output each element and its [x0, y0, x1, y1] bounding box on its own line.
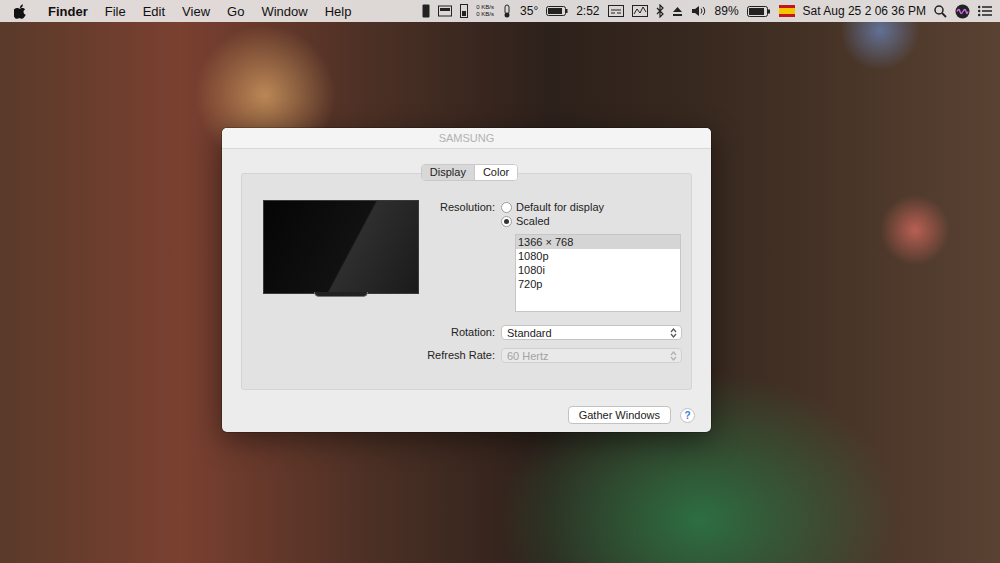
menu-item[interactable]: Edit: [143, 4, 165, 19]
display-preferences-window[interactable]: SAMSUNG DisplayColor Resolution: Default fo…: [222, 128, 711, 432]
menu-item[interactable]: File: [105, 4, 126, 19]
menu-bar: Finder File Edit View Go Window Help 0 KB/s0 KB…: [0, 0, 1000, 22]
network-speed[interactable]: 0 KB/s0 KB/s: [476, 4, 494, 18]
battery-icon[interactable]: [546, 6, 568, 16]
menu-item[interactable]: View: [182, 4, 210, 19]
siri-icon[interactable]: [955, 4, 970, 19]
temperature[interactable]: 35°: [520, 4, 538, 18]
resolution-list: 1366 × 7681080p1080i720p: [515, 234, 681, 312]
upload-speed: 0 KB/s: [476, 4, 494, 11]
display-settings-form: Resolution: Default for displayScaled 1366…: [419, 200, 682, 363]
search-icon[interactable]: [934, 5, 947, 18]
disk-icon[interactable]: [438, 5, 452, 17]
resolution-list-item[interactable]: 1080i: [516, 263, 680, 277]
eject-icon[interactable]: [672, 6, 683, 17]
tab-bar: DisplayColor: [421, 164, 518, 181]
resolution-radio[interactable]: Scaled: [501, 214, 682, 228]
dropdown-arrows-icon: [670, 328, 677, 338]
menu-meters-icon[interactable]: [608, 5, 624, 17]
resolution-list-item[interactable]: 720p: [516, 277, 680, 291]
drive-icon[interactable]: [422, 4, 430, 18]
rotation-label: Rotation:: [419, 325, 495, 340]
resolution-radio[interactable]: Default for display: [501, 200, 682, 214]
refresh-rate-label: Refresh Rate:: [419, 348, 495, 363]
resolution-list-item[interactable]: 1366 × 768: [516, 235, 680, 249]
desktop-wallpaper: SAMSUNG DisplayColor Resolution: Default fo…: [0, 22, 1000, 563]
title-bar[interactable]: SAMSUNG: [222, 128, 711, 149]
menu-item[interactable]: Help: [325, 4, 352, 19]
download-speed: 0 KB/s: [476, 11, 494, 18]
clock[interactable]: Sat Aug 25 2 06 36 PM: [803, 4, 926, 18]
refresh-rate-select: 60 Hertz: [501, 348, 682, 363]
tab[interactable]: Display: [422, 165, 474, 180]
help-button[interactable]: ?: [680, 408, 695, 423]
dropdown-arrows-icon: [670, 351, 677, 361]
menu-item[interactable]: Go: [227, 4, 244, 19]
battery-percent[interactable]: 89%: [715, 4, 739, 18]
window-title: SAMSUNG: [439, 132, 495, 144]
menu-item[interactable]: Window: [261, 4, 307, 19]
notification-list-icon[interactable]: [978, 5, 992, 17]
tab[interactable]: Color: [474, 165, 517, 180]
menu-app-name[interactable]: Finder: [48, 4, 88, 19]
flag-icon[interactable]: [779, 5, 795, 17]
bluetooth-icon[interactable]: [656, 4, 664, 18]
desktop-screen: Finder File Edit View Go Window Help 0 KB/s0 KB…: [0, 0, 1000, 563]
thermometer-icon[interactable]: [502, 4, 512, 18]
battery-time[interactable]: 2:52: [576, 4, 599, 18]
display-panel: Resolution: Default for displayScaled 1366…: [241, 173, 692, 390]
resolution-list-item[interactable]: 1080p: [516, 249, 680, 263]
apple-icon[interactable]: [14, 4, 27, 19]
display-icon: [263, 200, 419, 297]
battery-level-icon[interactable]: [747, 6, 771, 17]
volume-icon[interactable]: [691, 5, 707, 17]
memory-icon[interactable]: [460, 4, 468, 18]
activity-graph-icon[interactable]: [632, 5, 648, 17]
rotation-select[interactable]: Standard: [501, 325, 682, 340]
resolution-label: Resolution:: [419, 200, 495, 214]
gather-windows-button[interactable]: Gather Windows: [568, 406, 671, 424]
